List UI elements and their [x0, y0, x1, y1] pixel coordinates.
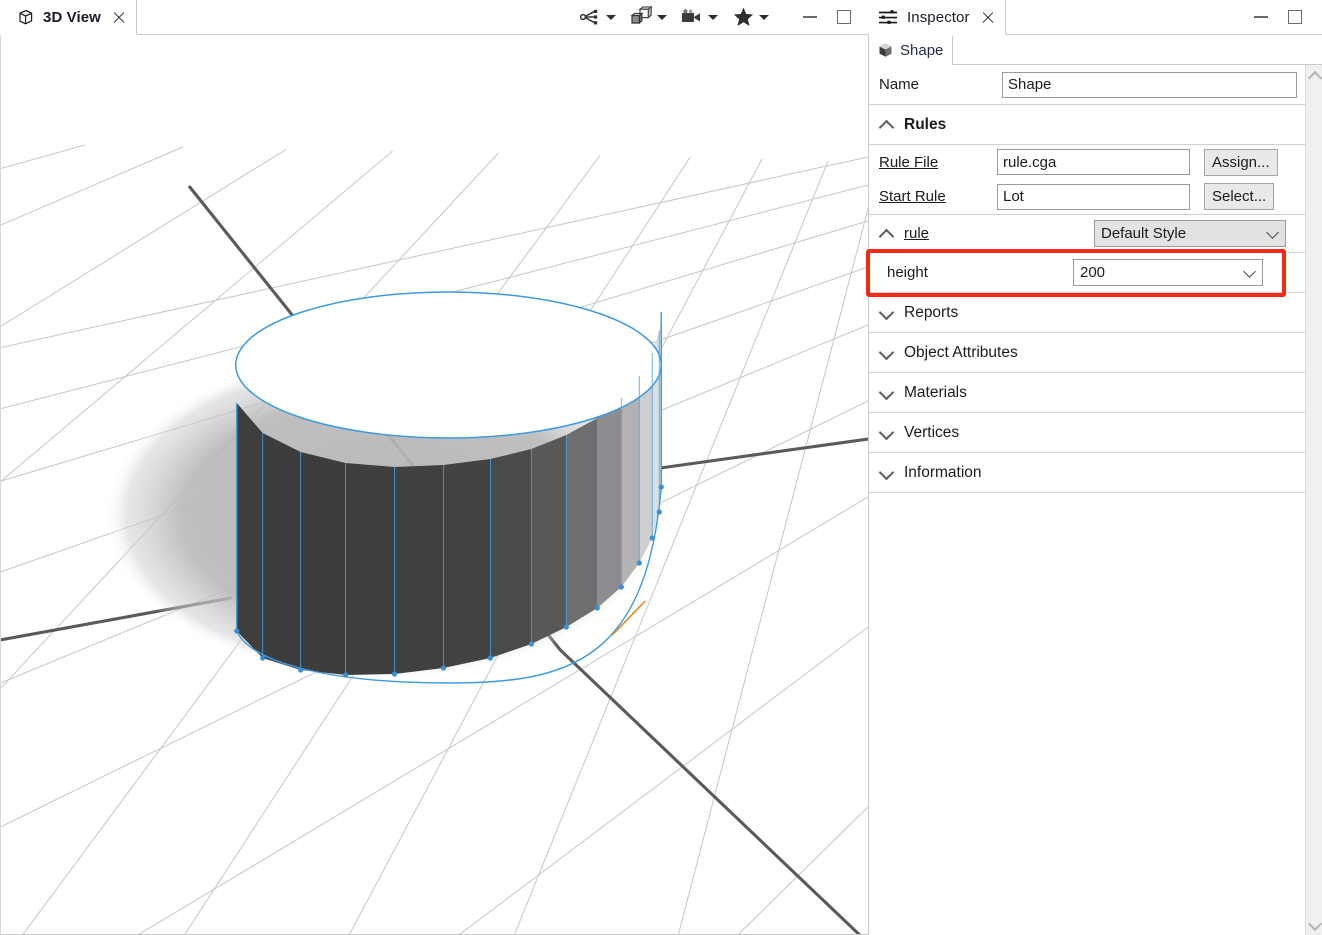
rule-style-row: rule Default Style	[869, 215, 1305, 253]
chevron-down-icon	[879, 465, 895, 481]
inspector-panel: Inspector Shape Name Shape Rules Rule Fi…	[869, 0, 1322, 935]
shapes-dropdown-arrow[interactable]	[654, 4, 670, 30]
chevron-down-icon	[879, 385, 895, 401]
select-button[interactable]: Select...	[1204, 183, 1275, 210]
rule-style-value: Default Style	[1101, 225, 1187, 242]
bookmarks-tool-group	[730, 4, 772, 30]
scroll-down-icon[interactable]	[1307, 917, 1322, 931]
close-icon[interactable]	[980, 10, 995, 25]
tab-3d-view[interactable]: 3D View	[0, 0, 137, 35]
view-panel: 3D View	[0, 0, 869, 935]
start-rule-row: Start Rule Lot Select...	[869, 179, 1305, 215]
ground-plane	[1, 35, 868, 934]
rule-file-label[interactable]: Rule File	[879, 154, 997, 171]
cube-icon	[16, 8, 35, 27]
name-input[interactable]: Shape	[1002, 71, 1297, 98]
scrollbar-track[interactable]	[1306, 83, 1322, 917]
section-information-title: Information	[904, 463, 982, 481]
scroll-up-icon[interactable]	[1307, 69, 1322, 83]
rule-file-input[interactable]: rule.cga	[997, 149, 1190, 175]
tab-inspector-label: Inspector	[907, 9, 970, 26]
inspector-window-controls	[1005, 0, 1322, 35]
tab-3d-view-label: 3D View	[43, 8, 101, 26]
name-label: Name	[879, 76, 920, 93]
start-rule-input[interactable]: Lot	[997, 183, 1190, 210]
attribute-height-value: 200	[1080, 264, 1106, 281]
inspector-content: Name Shape Rules Rule File rule.cga Assi…	[869, 65, 1305, 935]
tab-inspector[interactable]: Inspector	[869, 0, 1006, 35]
attribute-height-row: height 200	[869, 253, 1305, 293]
camera-tool-group	[679, 4, 721, 30]
chevron-up-icon	[879, 117, 895, 133]
chevron-down-icon	[879, 305, 895, 321]
minimize-icon[interactable]	[1244, 2, 1278, 32]
chevron-down-icon	[879, 345, 895, 361]
section-reports-title: Reports	[904, 303, 959, 321]
section-reports-header[interactable]: Reports	[869, 293, 1305, 333]
scene-graph-dropdown-arrow[interactable]	[603, 4, 619, 30]
chevron-down-icon	[879, 425, 895, 441]
inspector-body: Name Shape Rules Rule File rule.cga Assi…	[869, 65, 1322, 935]
rule-style-dropdown[interactable]: Default Style	[1094, 220, 1286, 247]
chevron-down-icon	[1245, 267, 1256, 278]
sliders-icon	[877, 8, 899, 28]
maximize-icon[interactable]	[1278, 2, 1312, 32]
shapes-tool-group	[628, 4, 670, 30]
star-icon[interactable]	[730, 4, 756, 30]
node-graph-icon[interactable]	[577, 4, 603, 30]
3d-scene	[1, 35, 868, 934]
assign-button[interactable]: Assign...	[1204, 148, 1278, 176]
section-information-header[interactable]: Information	[869, 453, 1305, 493]
close-icon[interactable]	[111, 10, 126, 25]
name-row: Name Shape	[869, 65, 1305, 105]
start-rule-label[interactable]: Start Rule	[879, 188, 997, 205]
section-rules-title: Rules	[904, 115, 947, 133]
section-object-attributes-title: Object Attributes	[904, 343, 1018, 361]
section-object-attributes-header[interactable]: Object Attributes	[869, 333, 1305, 373]
shape-cube-icon	[877, 42, 894, 59]
camera-dropdown-arrow[interactable]	[705, 4, 721, 30]
minimize-icon[interactable]	[793, 2, 827, 32]
tab-shape[interactable]: Shape	[869, 36, 954, 65]
tabstrip-filler	[953, 36, 1322, 65]
scene-graph-tool-group	[577, 4, 619, 30]
inspector-scrollbar[interactable]	[1305, 65, 1322, 935]
3d-viewport[interactable]	[0, 35, 869, 935]
shape-tabstrip: Shape	[869, 35, 1322, 65]
view-titlebar: 3D View	[0, 0, 869, 35]
maximize-icon[interactable]	[827, 2, 861, 32]
view-toolbar	[136, 0, 869, 35]
tab-shape-label: Shape	[900, 42, 944, 59]
bookmarks-dropdown-arrow[interactable]	[756, 4, 772, 30]
attribute-height-dropdown[interactable]: 200	[1073, 259, 1263, 286]
cubes-icon[interactable]	[628, 4, 654, 30]
video-camera-icon[interactable]	[679, 4, 705, 30]
section-materials-title: Materials	[904, 383, 967, 401]
section-vertices-title: Vertices	[904, 423, 960, 441]
rule-file-row: Rule File rule.cga Assign...	[869, 145, 1305, 179]
chevron-down-icon	[1268, 228, 1279, 239]
inspector-titlebar: Inspector	[869, 0, 1322, 35]
rule-style-label[interactable]: rule	[904, 225, 1094, 242]
attribute-height-label: height	[887, 264, 928, 281]
section-rules-header[interactable]: Rules	[869, 105, 1305, 145]
chevron-up-icon[interactable]	[879, 226, 895, 242]
section-vertices-header[interactable]: Vertices	[869, 413, 1305, 453]
section-materials-header[interactable]: Materials	[869, 373, 1305, 413]
